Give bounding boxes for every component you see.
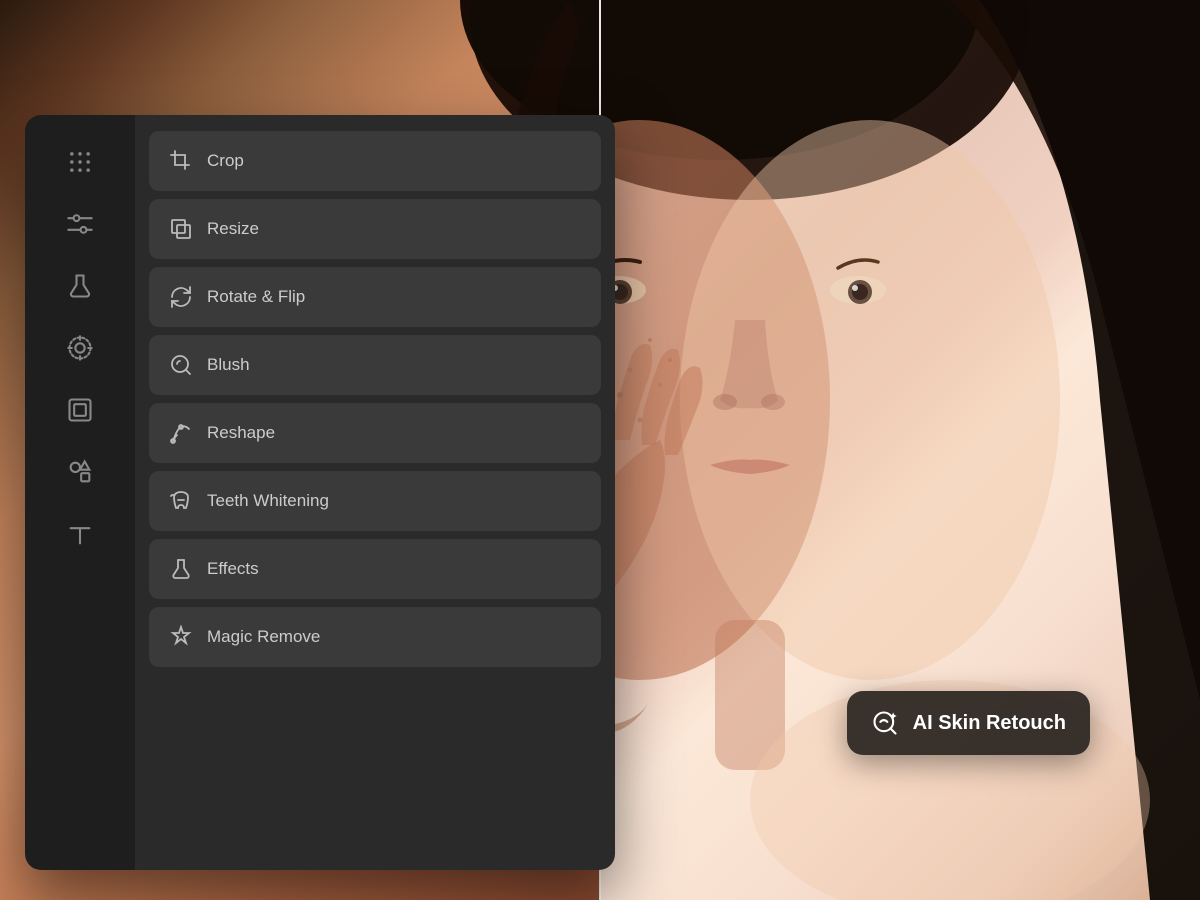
tool-item-rotate[interactable]: Rotate & Flip <box>149 267 601 327</box>
blush-icon <box>169 353 193 377</box>
tool-item-resize[interactable]: Resize <box>149 199 601 259</box>
tool-item-blush[interactable]: Blush <box>149 335 601 395</box>
tool-item-teeth[interactable]: Teeth Whitening <box>149 471 601 531</box>
tool-label-rotate: Rotate & Flip <box>207 287 305 307</box>
tool-label-blush: Blush <box>207 355 250 375</box>
effects-icon <box>169 557 193 581</box>
tool-label-crop: Crop <box>207 151 244 171</box>
sidebar-icon-adjustments[interactable] <box>53 197 107 251</box>
sidebar-icon-grid[interactable] <box>53 135 107 189</box>
tool-item-reshape[interactable]: Reshape <box>149 403 601 463</box>
rotate-icon <box>169 285 193 309</box>
tool-label-reshape: Reshape <box>207 423 275 443</box>
sidebar-icon-view[interactable] <box>53 321 107 375</box>
tool-label-resize: Resize <box>207 219 259 239</box>
tool-item-magic[interactable]: Magic Remove <box>149 607 601 667</box>
tool-label-teeth: Teeth Whitening <box>207 491 329 511</box>
ai-skin-retouch-badge[interactable]: AI Skin Retouch <box>847 691 1090 755</box>
ai-retouch-icon <box>871 709 899 737</box>
tool-item-effects[interactable]: Effects <box>149 539 601 599</box>
magic-icon <box>169 625 193 649</box>
tool-item-crop[interactable]: Crop <box>149 131 601 191</box>
tool-label-magic: Magic Remove <box>207 627 320 647</box>
sidebar <box>25 115 135 870</box>
teeth-icon <box>169 489 193 513</box>
app-container: Crop Resize Rotate & Flip <box>25 115 615 870</box>
sidebar-icon-frame[interactable] <box>53 383 107 437</box>
crop-icon <box>169 149 193 173</box>
tool-label-effects: Effects <box>207 559 259 579</box>
ai-badge-label: AI Skin Retouch <box>913 712 1066 735</box>
tools-panel: Crop Resize Rotate & Flip <box>135 115 615 870</box>
sidebar-icon-lab[interactable] <box>53 259 107 313</box>
sidebar-icon-text[interactable] <box>53 507 107 561</box>
sidebar-icon-shapes[interactable] <box>53 445 107 499</box>
reshape-icon <box>169 421 193 445</box>
resize-icon <box>169 217 193 241</box>
